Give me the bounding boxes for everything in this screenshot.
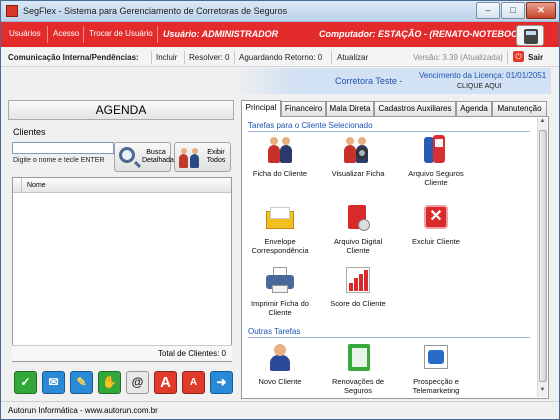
license-link[interactable]: CLIQUE AQUI <box>457 83 502 90</box>
incluir-button[interactable]: Incluir <box>156 53 177 62</box>
delete-icon: ✕ <box>420 203 452 233</box>
envelope-icon <box>264 203 296 233</box>
people-icon <box>264 135 296 165</box>
tile-prospeccao[interactable]: Prospecção e Telemarketing <box>400 343 472 395</box>
title-bar: SegFlex - Sistema para Gerenciamento de … <box>1 1 559 22</box>
font-large-icon[interactable]: A <box>154 371 177 394</box>
communication-toolbar: Comunicação Interna/Pendências: Incluir … <box>1 48 559 67</box>
version-label: Versão: 3.39 (Atualizada) <box>413 53 503 62</box>
power-icon[interactable]: ⏻ <box>513 51 524 62</box>
principal-panel: Tarefas para o Cliente Selecionado Ficha… <box>241 116 549 399</box>
current-computer: Computador: ESTAÇÃO - (RENATO-NOTEBOOK) <box>319 29 528 39</box>
hand-icon[interactable]: ✋ <box>98 371 121 394</box>
total-clientes: Total de Clientes: 0 <box>157 349 226 358</box>
clients-grid[interactable]: Nome <box>12 177 232 362</box>
clientes-label: Clientes <box>13 127 46 137</box>
close-button[interactable]: ✕ <box>526 2 556 19</box>
panel-scrollbar[interactable]: ▲ ▼ <box>537 118 547 397</box>
bar-chart-icon <box>342 265 374 295</box>
sair-button[interactable]: Sair <box>528 53 543 62</box>
company-band: Corretora Teste - Vencimento da Licença:… <box>1 67 559 95</box>
tab-agenda[interactable]: Agenda <box>456 101 492 116</box>
phones-icon <box>420 135 452 165</box>
notebook-icon <box>342 343 374 373</box>
company-name: Corretora Teste - <box>335 76 403 86</box>
column-nome[interactable]: Nome <box>27 182 46 189</box>
tile-arquivo-digital[interactable]: Arquivo Digital Cliente <box>322 203 394 255</box>
section-outras-tarefas: Outras Tarefas <box>248 327 301 336</box>
aguardando-retorno-button[interactable]: Aguardando Retorno: 0 <box>239 53 322 62</box>
pencil-icon[interactable]: ✎ <box>70 371 93 394</box>
menu-usuarios[interactable]: Usuários <box>9 29 41 38</box>
comunicacao-label: Comunicação Interna/Pendências: <box>8 53 139 62</box>
at-icon[interactable]: @ <box>126 371 149 394</box>
digital-archive-icon <box>342 203 374 233</box>
status-text: Autorun Informática - www.autorun.com.br <box>8 406 158 415</box>
scroll-up-icon[interactable]: ▲ <box>538 118 547 128</box>
check-icon[interactable]: ✓ <box>14 371 37 394</box>
mail-icon[interactable]: ✉ <box>42 371 65 394</box>
minimize-button[interactable]: – <box>476 2 500 19</box>
section-cliente-selecionado: Tarefas para o Cliente Selecionado <box>248 121 373 130</box>
app-window: SegFlex - Sistema para Gerenciamento de … <box>0 0 560 420</box>
search-hint: Digite o nome e tecle ENTER <box>13 157 105 164</box>
current-user: Usuário: ADMINISTRADOR <box>163 29 279 39</box>
status-bar: Autorun Informática - www.autorun.com.br <box>1 401 559 419</box>
tab-mala-direta[interactable]: Mala Direta <box>326 101 374 116</box>
tile-visualizar-ficha[interactable]: Visualizar Ficha <box>322 135 394 178</box>
tab-manutencao[interactable]: Manutenção <box>492 101 547 116</box>
quick-actions: ✓ ✉ ✎ ✋ @ A A ➜ <box>14 371 234 396</box>
tile-novo-cliente[interactable]: Novo Cliente <box>244 343 316 386</box>
printer-icon <box>264 265 296 295</box>
menu-acesso[interactable]: Acesso <box>53 29 79 38</box>
maximize-button[interactable]: □ <box>501 2 525 19</box>
atualizar-button[interactable]: Atualizar <box>337 53 368 62</box>
calculator-icon <box>524 29 538 44</box>
grid-footer: Total de Clientes: 0 <box>12 345 232 361</box>
tab-principal[interactable]: Principal <box>241 100 281 117</box>
client-search-input[interactable] <box>12 142 114 154</box>
grid-header: Nome <box>13 178 231 193</box>
new-user-icon <box>264 343 296 373</box>
telephone-icon <box>420 343 452 373</box>
tab-strip: Principal Financeiro Mala Direta Cadastr… <box>241 100 549 117</box>
scroll-thumb[interactable] <box>539 130 547 382</box>
license-expiry[interactable]: Vencimento da Licença: 01/01/2051 <box>419 71 546 80</box>
tile-renovacoes[interactable]: Renovações de Seguros <box>322 343 394 395</box>
main-menu: Usuários Acesso Trocar de Usuário Usuári… <box>1 22 559 47</box>
calculator-button[interactable] <box>516 25 544 46</box>
tile-arquivo-seguros[interactable]: Arquivo Seguros Cliente <box>400 135 472 187</box>
tab-cadastros-auxiliares[interactable]: Cadastros Auxiliares <box>374 101 456 116</box>
menu-trocar-usuario[interactable]: Trocar de Usuário <box>89 29 153 38</box>
agenda-button[interactable]: AGENDA <box>8 100 234 120</box>
tile-imprimir-ficha[interactable]: Imprimir Ficha do Cliente <box>244 265 316 317</box>
exibir-todos-button[interactable]: Exibir Todos <box>174 142 231 172</box>
tab-financeiro[interactable]: Financeiro <box>281 101 326 116</box>
resolver-button[interactable]: Resolver: 0 <box>189 53 229 62</box>
busca-detalhada-button[interactable]: Busca Detalhada <box>114 142 174 172</box>
window-title: SegFlex - Sistema para Gerenciamento de … <box>23 6 288 16</box>
font-small-icon[interactable]: A <box>182 371 205 394</box>
arrow-right-icon[interactable]: ➜ <box>210 371 233 394</box>
scroll-down-icon[interactable]: ▼ <box>538 387 547 397</box>
agenda-panel: AGENDA Clientes Digite o nome e tecle EN… <box>8 100 235 400</box>
magnifier-icon <box>119 147 135 163</box>
people-icon <box>179 148 201 168</box>
tile-excluir-cliente[interactable]: ✕ Excluir Cliente <box>400 203 472 246</box>
app-logo-icon <box>6 5 18 17</box>
people-search-icon <box>342 135 374 165</box>
tile-ficha-cliente[interactable]: Ficha do Cliente <box>244 135 316 178</box>
tile-score-cliente[interactable]: Score do Cliente <box>322 265 394 308</box>
tile-envelope[interactable]: Envelope Correspondência <box>244 203 316 255</box>
